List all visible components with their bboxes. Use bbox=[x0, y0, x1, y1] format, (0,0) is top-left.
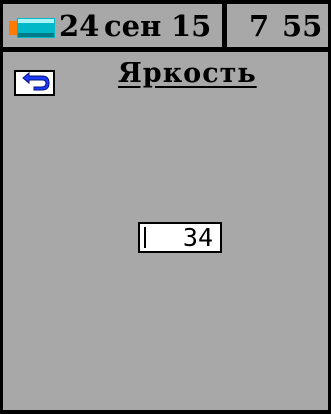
page-title: Яркость bbox=[118, 58, 257, 89]
back-arrow-icon bbox=[22, 72, 50, 91]
date-day: 24 bbox=[59, 9, 100, 43]
battery-icon bbox=[9, 18, 55, 38]
date-year: 15 bbox=[171, 9, 212, 43]
time-hour: 7 bbox=[249, 9, 270, 43]
back-button[interactable] bbox=[14, 70, 55, 96]
brightness-value: 34 bbox=[182, 223, 213, 252]
date-month: сен bbox=[104, 9, 162, 43]
time-minute: 55 bbox=[282, 9, 323, 43]
time-panel: 7 55 bbox=[226, 3, 329, 48]
status-bar: 24 сен 15 7 55 bbox=[0, 0, 331, 51]
brightness-value-field[interactable]: 34 bbox=[138, 222, 222, 253]
text-cursor bbox=[144, 227, 146, 248]
date-panel: 24 сен 15 bbox=[2, 3, 223, 48]
device-screen: 24 сен 15 7 55 Яркость 34 bbox=[0, 0, 331, 414]
